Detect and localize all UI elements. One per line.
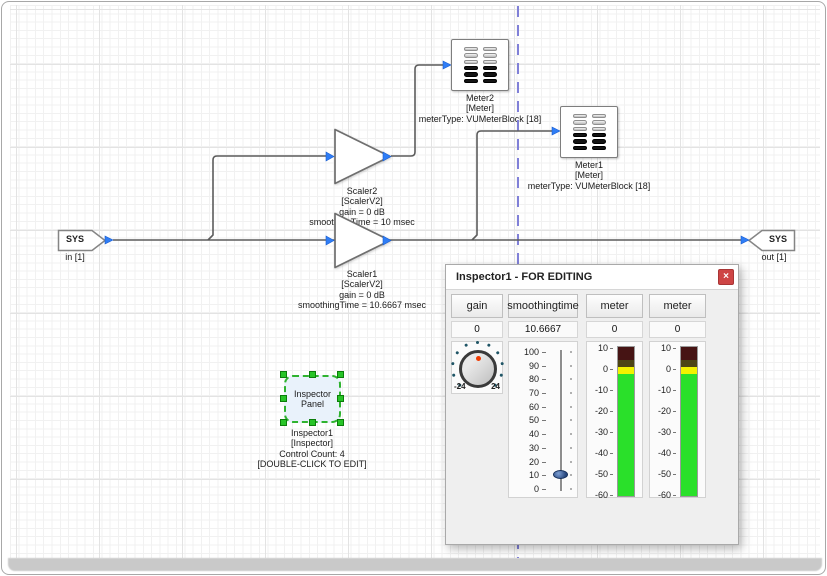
slider-scale-label: 10	[509, 470, 539, 480]
vu-meter-icon	[592, 114, 606, 150]
slider-scale-label: 90	[509, 361, 539, 371]
selection-handle[interactable]	[337, 419, 344, 426]
scaler1-input-port-icon[interactable]	[326, 236, 334, 245]
vu-meter-icon	[464, 47, 478, 83]
meter-scale-label: -20	[650, 406, 671, 416]
selection-handle[interactable]	[280, 371, 287, 378]
meter-a-column-header[interactable]: meter	[586, 294, 643, 318]
sys-in-label: SYS	[55, 234, 95, 244]
vu-meter-bar	[617, 346, 635, 497]
smoothingtime-panel: 100 90 80 70 60 50 40 30 20 10 0	[508, 341, 578, 498]
meter-scale-label: -30	[587, 427, 608, 437]
meter-scale-label: -10	[587, 385, 608, 395]
meter-scale-label: 10	[650, 343, 671, 353]
gain-panel: -24 24	[451, 341, 503, 394]
sys-out-label: SYS	[758, 234, 798, 244]
scaler2-input-port-icon[interactable]	[326, 152, 334, 161]
smoothingtime-column-header[interactable]: smoothingtime	[508, 294, 578, 318]
meter-scale-label: 0	[650, 364, 671, 374]
meter-scale-label: -40	[587, 448, 608, 458]
selection-handle[interactable]	[309, 419, 316, 426]
inspector-block-line2: Panel	[294, 399, 331, 410]
inspector-block-line1: Inspector	[294, 389, 331, 400]
sys-out-input-port-icon[interactable]	[741, 236, 749, 244]
slider-scale-label: 50	[509, 415, 539, 425]
meter-scale-label: -50	[650, 469, 671, 479]
design-canvas: SYS in [1] SYS out [1] Meter2 [Meter] me…	[1, 1, 826, 575]
vu-meter-icon	[483, 47, 497, 83]
scaler1-block[interactable]	[335, 214, 390, 268]
gain-column-header[interactable]: gain	[451, 294, 503, 318]
meter-scale-label: -40	[650, 448, 671, 458]
vu-meter-bar	[680, 346, 698, 497]
meter-scale-label: -60	[587, 490, 608, 500]
meter-scale-label: -60	[650, 490, 671, 500]
meter-scale-label: 10	[587, 343, 608, 353]
slider-scale-label: 30	[509, 443, 539, 453]
selection-handle[interactable]	[309, 371, 316, 378]
sys-out-sublabel: out [1]	[749, 252, 799, 262]
inspector-window: Inspector1 - FOR EDITING × gain smoothin…	[445, 264, 739, 545]
meter2-block[interactable]	[451, 39, 509, 91]
slider-scale-label: 40	[509, 429, 539, 439]
meter-scale-label: -30	[650, 427, 671, 437]
slider-scale-label: 20	[509, 457, 539, 467]
meter-scale-label: -20	[587, 406, 608, 416]
scaler2-block[interactable]	[335, 130, 390, 184]
gain-min-label: -24	[454, 382, 466, 391]
wire-branch-meter1[interactable]	[472, 131, 552, 240]
meter-scale-label: 0	[587, 364, 608, 374]
wire-scaler2-to-meter2[interactable]	[391, 65, 443, 156]
selection-handle[interactable]	[337, 371, 344, 378]
meter1-input-port-icon[interactable]	[552, 127, 560, 135]
close-icon[interactable]: ×	[718, 269, 734, 285]
gain-value[interactable]: 0	[451, 321, 503, 338]
selection-handle[interactable]	[280, 395, 287, 402]
slider-thumb[interactable]	[553, 470, 568, 479]
wire-branch-scaler2[interactable]	[208, 156, 326, 240]
gain-max-label: 24	[491, 382, 500, 391]
selection-handle[interactable]	[337, 395, 344, 402]
selection-handle[interactable]	[280, 419, 287, 426]
slider-scale-label: 70	[509, 388, 539, 398]
meter-scale-label: -10	[650, 385, 671, 395]
meter2-input-port-icon[interactable]	[443, 61, 451, 69]
slider-scale-label: 100	[509, 347, 539, 357]
knob-indicator-dot	[476, 356, 481, 361]
scaler2-output-port-icon[interactable]	[383, 152, 391, 161]
smoothingtime-value[interactable]: 10.6667	[508, 321, 578, 338]
meter1-block[interactable]	[560, 106, 618, 158]
sys-in-output-port-icon[interactable]	[105, 236, 113, 244]
slider-scale-label: 0	[509, 484, 539, 494]
meter-b-value: 0	[649, 321, 706, 338]
meter-a-value: 0	[586, 321, 643, 338]
slider-scale-label: 60	[509, 402, 539, 412]
inspector-window-title: Inspector1 - FOR EDITING	[456, 271, 592, 283]
inspector-panel-block[interactable]: Inspector Panel	[284, 375, 341, 423]
meter-scale-label: -50	[587, 469, 608, 479]
meter-b-column-header[interactable]: meter	[649, 294, 706, 318]
inspector-window-titlebar[interactable]: Inspector1 - FOR EDITING	[446, 265, 738, 290]
meter-a-panel: 10 0 -10 -20 -30 -40 -50 -60	[586, 341, 643, 498]
sys-in-sublabel: in [1]	[50, 252, 100, 262]
vu-meter-icon	[573, 114, 587, 150]
scaler1-output-port-icon[interactable]	[383, 236, 391, 245]
slider-scale-label: 80	[509, 374, 539, 384]
meter-b-panel: 10 0 -10 -20 -30 -40 -50 -60	[649, 341, 706, 498]
